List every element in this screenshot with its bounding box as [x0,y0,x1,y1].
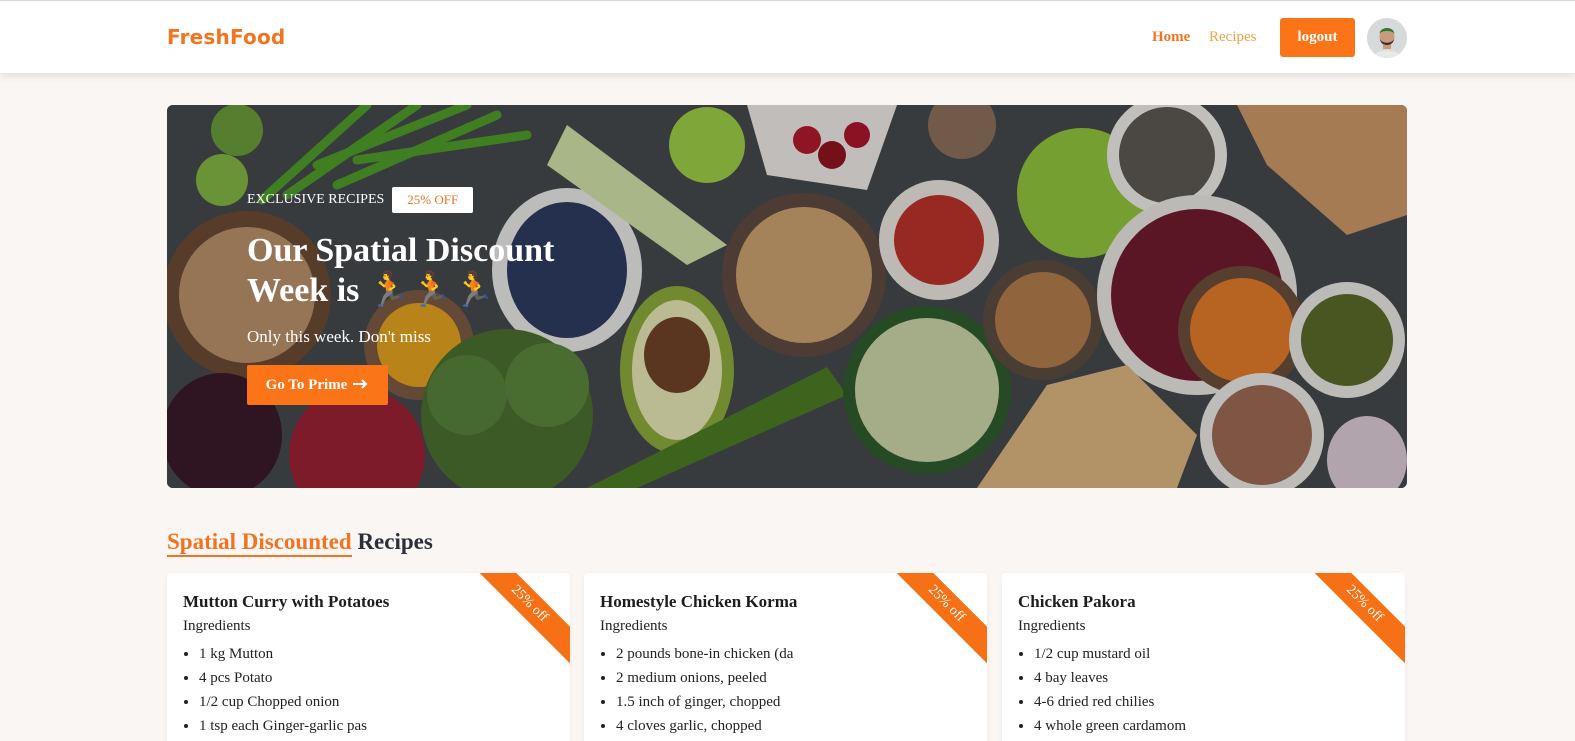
ingredient-item: 4 whole green cardamom [1034,714,1186,738]
nav-link-home[interactable]: Home [1152,29,1190,46]
hero-subtitle: Only this week. Don't miss [247,327,431,346]
go-to-prime-button[interactable]: Go To Prime [247,365,388,405]
ingredient-item: 4 cloves garlic, chopped [616,714,793,738]
ingredient-item: 1/2 cup mustard oil [1034,642,1186,666]
section-title: Spatial Discounted Recipes [167,529,433,557]
ingredients-list: 1/2 cup mustard oil 4 bay leaves 4-6 dri… [1034,642,1186,738]
logo[interactable]: FreshFood [167,25,285,49]
recipe-title[interactable]: Chicken Pakora [1018,592,1136,612]
ingredient-item: 1 kg Mutton [199,642,367,666]
discount-ribbon: 25% off [1301,573,1405,667]
section-title-accent: Spatial Discounted [167,529,352,557]
discount-ribbon: 25% off [466,573,570,667]
recipe-title[interactable]: Homestyle Chicken Korma [600,592,797,612]
ingredient-item: 2 pounds bone-in chicken (da [616,642,793,666]
recipe-card[interactable]: 25% off Mutton Curry with Potatoes Ingre… [167,573,570,741]
recipe-card[interactable]: 25% off Chicken Pakora Ingredients 1/2 c… [1002,573,1405,741]
logout-button[interactable]: logout [1280,18,1355,57]
recipe-title[interactable]: Mutton Curry with Potatoes [183,592,389,612]
ingredients-label: Ingredients [183,618,251,634]
go-to-prime-label: Go To Prime [265,376,348,393]
discount-ribbon: 25% off [883,573,987,667]
hero-title: Our Spatial Discount Week is 🏃🏃🏃 [247,232,555,309]
recipe-card[interactable]: 25% off Homestyle Chicken Korma Ingredie… [584,573,987,741]
discount-badge: 25% OFF [392,187,474,213]
ingredients-label: Ingredients [1018,618,1086,634]
ingredient-item: 1/2 cup Chopped onion [199,690,367,714]
ingredient-item: 4 pcs Potato [199,666,367,690]
arrow-right-icon [353,377,369,394]
user-avatar[interactable] [1367,18,1407,58]
section-title-rest: Recipes [357,529,433,554]
ingredients-label: Ingredients [600,618,668,634]
hero-banner: EXCLUSIVE RECIPES 25% OFF Our Spatial Di… [167,105,1407,488]
navbar: FreshFood Home Recipes logout [0,1,1575,73]
ingredient-item: 1.5 inch of ginger, chopped [616,690,793,714]
hero-eyebrow: EXCLUSIVE RECIPES [247,192,385,207]
ingredients-list: 2 pounds bone-in chicken (da 2 medium on… [616,642,793,738]
ingredients-list: 1 kg Mutton 4 pcs Potato 1/2 cup Chopped… [199,642,367,738]
ingredient-item: 4-6 dried red chilies [1034,690,1186,714]
avatar-image [1367,18,1407,58]
ingredient-item: 1 tsp each Ginger-garlic pas [199,714,367,738]
ingredient-item: 2 medium onions, peeled [616,666,793,690]
hero-badge-row: EXCLUSIVE RECIPES 25% OFF [247,187,474,213]
nav-link-recipes[interactable]: Recipes [1209,29,1256,46]
ingredient-item: 4 bay leaves [1034,666,1186,690]
